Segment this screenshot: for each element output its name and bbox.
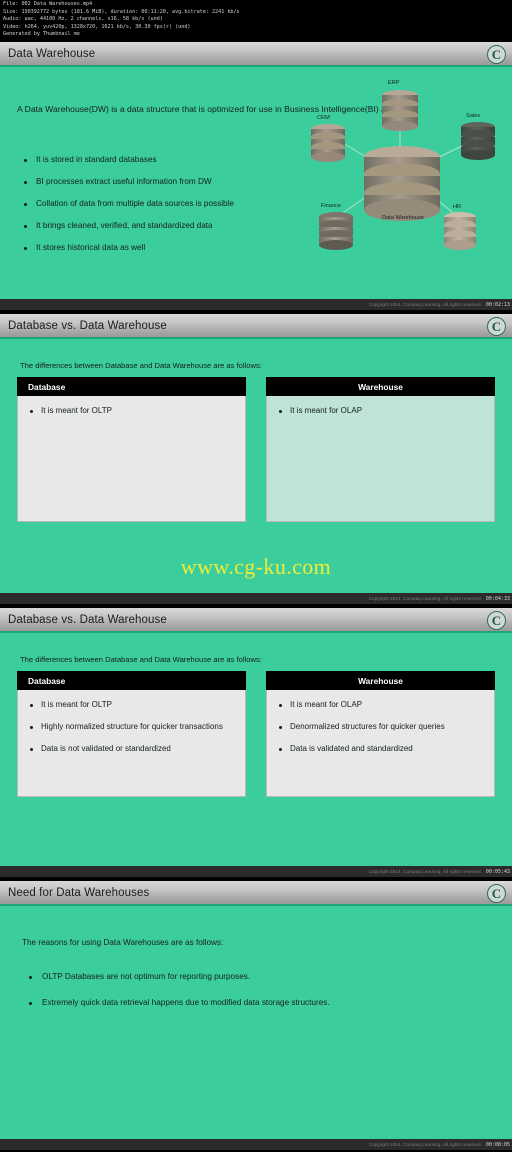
column-body-database: It is meant for OLTP Highly normalized s… [17,690,246,797]
diagram-label-hr: HR [453,204,462,210]
slide-4-body: The reasons for using Data Warehouses ar… [0,906,512,1150]
db-cylinder-data-warehouse [364,146,440,221]
slide-4-title-bar: Need for Data Warehouses C [0,881,512,906]
diagram-label-sales: Sales [466,113,480,119]
list-item: It is meant for OLAP [275,405,486,417]
compaq-learning-logo-icon: C [487,884,506,903]
slide-2-database-column: Database It is meant for OLTP [17,377,246,522]
slide-4-footer: Copyright 2014, Compaq Learning, All rig… [0,1139,512,1150]
copyright-text: Copyright 2014, Compaq Learning, All rig… [368,1142,482,1147]
db-cylinder-hr [444,212,476,250]
list-item: BI processes extract useful information … [22,171,292,193]
diagram-svg [311,90,495,250]
list-item: It brings cleaned, verified, and standar… [22,215,292,237]
db-cylinder-crm [311,124,345,162]
slide-2-intro: The differences between Database and Dat… [20,361,262,370]
list-item: It is meant for OLTP [26,405,237,417]
compaq-learning-logo-icon: C [487,611,506,630]
slide-thumbnail-3[interactable]: Database vs. Data Warehouse C The differ… [0,608,512,877]
diagram-label-crm: CRM [317,115,330,121]
list-item: It is meant for OLAP [275,699,486,711]
meta-line-file: File: 002 Data Warehouses.mp4 [3,1,93,7]
slide-3-timestamp: 00:05:43 [485,868,510,875]
column-body-warehouse: It is meant for OLAP [266,396,495,522]
slide-thumbnail-2[interactable]: Database vs. Data Warehouse C The differ… [0,314,512,604]
slide-2-title: Database vs. Data Warehouse [8,319,167,332]
slide-4-title: Need for Data Warehouses [8,886,150,899]
thumbnail-sheet: File: 002 Data Warehouses.mp4 Size: 1903… [0,0,512,1152]
column-body-warehouse: It is meant for OLAP Denormalized struct… [266,690,495,797]
meta-line-generator: Generated by Thumbnail me [3,31,80,38]
slide-3-warehouse-column: Warehouse It is meant for OLAP Denormali… [266,671,495,797]
compaq-learning-logo-icon: C [487,45,506,64]
db-cylinder-sales [461,122,495,160]
copyright-text: Copyright 2014, Compaq Learning, All rig… [368,869,482,874]
slide-3-title-bar: Database vs. Data Warehouse C [0,608,512,633]
diagram-label-finance: Finance [321,203,341,209]
slide-3-database-column: Database It is meant for OLTP Highly nor… [17,671,246,797]
list-item: Collation of data from multiple data sou… [22,193,292,215]
column-header-database: Database [17,671,246,690]
db-cylinder-erp [382,90,418,131]
video-metadata-header: File: 002 Data Warehouses.mp4 Size: 1903… [0,0,512,42]
slide-thumbnail-1[interactable]: Data Warehouse C A Data Warehouse(DW) is… [0,42,512,310]
slide-2-body: The differences between Database and Dat… [0,339,512,604]
slide-1-title: Data Warehouse [8,47,96,60]
slide-4-bullet-list: OLTP Databases are not optimum for repor… [26,964,476,1016]
slide-2-warehouse-column: Warehouse It is meant for OLAP [266,377,495,522]
slide-1-body: A Data Warehouse(DW) is a data structure… [0,67,512,310]
slide-4-timestamp: 00:08:05 [485,1141,510,1148]
copyright-text: Copyright 2014, Compaq Learning, All rig… [368,302,482,307]
meta-line-size: Size: 190392772 bytes (181.6 MiB), durat… [3,8,240,15]
slide-1-title-bar: Data Warehouse C [0,42,512,67]
meta-line-audio: Audio: aac, 44100 Hz, 2 channels, s16, 5… [3,16,163,23]
slide-3-title: Database vs. Data Warehouse [8,613,167,626]
list-item: OLTP Databases are not optimum for repor… [26,964,476,990]
diagram-label-erp: ERP [388,80,400,86]
site-watermark: www.cg-ku.com [180,554,332,579]
copyright-text: Copyright 2014, Compaq Learning, All rig… [368,596,482,601]
column-header-warehouse: Warehouse [266,377,495,396]
db-cylinder-finance [319,212,353,250]
slide-3-intro: The differences between Database and Dat… [20,655,262,664]
list-item: It stores historical data as well [22,237,292,259]
list-item: Extremely quick data retrieval happens d… [26,990,476,1016]
list-item: Data is validated and standardized [275,743,486,755]
diagram-label-center: Data Warehouse [382,215,424,221]
list-item: It is meant for OLTP [26,699,237,711]
slide-3-body: The differences between Database and Dat… [0,633,512,877]
slide-4-intro: The reasons for using Data Warehouses ar… [22,938,224,947]
compaq-learning-logo-icon: C [487,317,506,336]
column-body-database: It is meant for OLTP [17,396,246,522]
meta-line-video: Video: h264, yuv420p, 1328x720, 1621 kb/… [3,23,191,30]
slide-3-footer: Copyright 2014, Compaq Learning, All rig… [0,866,512,877]
slide-1-timestamp: 00:02:13 [485,301,510,308]
slide-2-footer: Copyright 2014, Compaq Learning, All rig… [0,593,512,604]
slide-1-bullet-list: It is stored in standard databases BI pr… [22,149,292,259]
column-header-database: Database [17,377,246,396]
slide-1-footer: Copyright 2014, Compaq Learning, All rig… [0,299,512,310]
column-header-warehouse: Warehouse [266,671,495,690]
slide-2-timestamp: 00:04:33 [485,595,510,602]
data-warehouse-diagram: ERP CRM Sales Finance HR Data Warehouse [300,77,505,262]
list-item: Denormalized structures for quicker quer… [275,721,486,733]
slide-thumbnail-4[interactable]: Need for Data Warehouses C The reasons f… [0,881,512,1150]
list-item: Data is not validated or standardized [26,743,237,755]
list-item: Highly normalized structure for quicker … [26,721,237,733]
list-item: It is stored in standard databases [22,149,292,171]
slide-2-title-bar: Database vs. Data Warehouse C [0,314,512,339]
